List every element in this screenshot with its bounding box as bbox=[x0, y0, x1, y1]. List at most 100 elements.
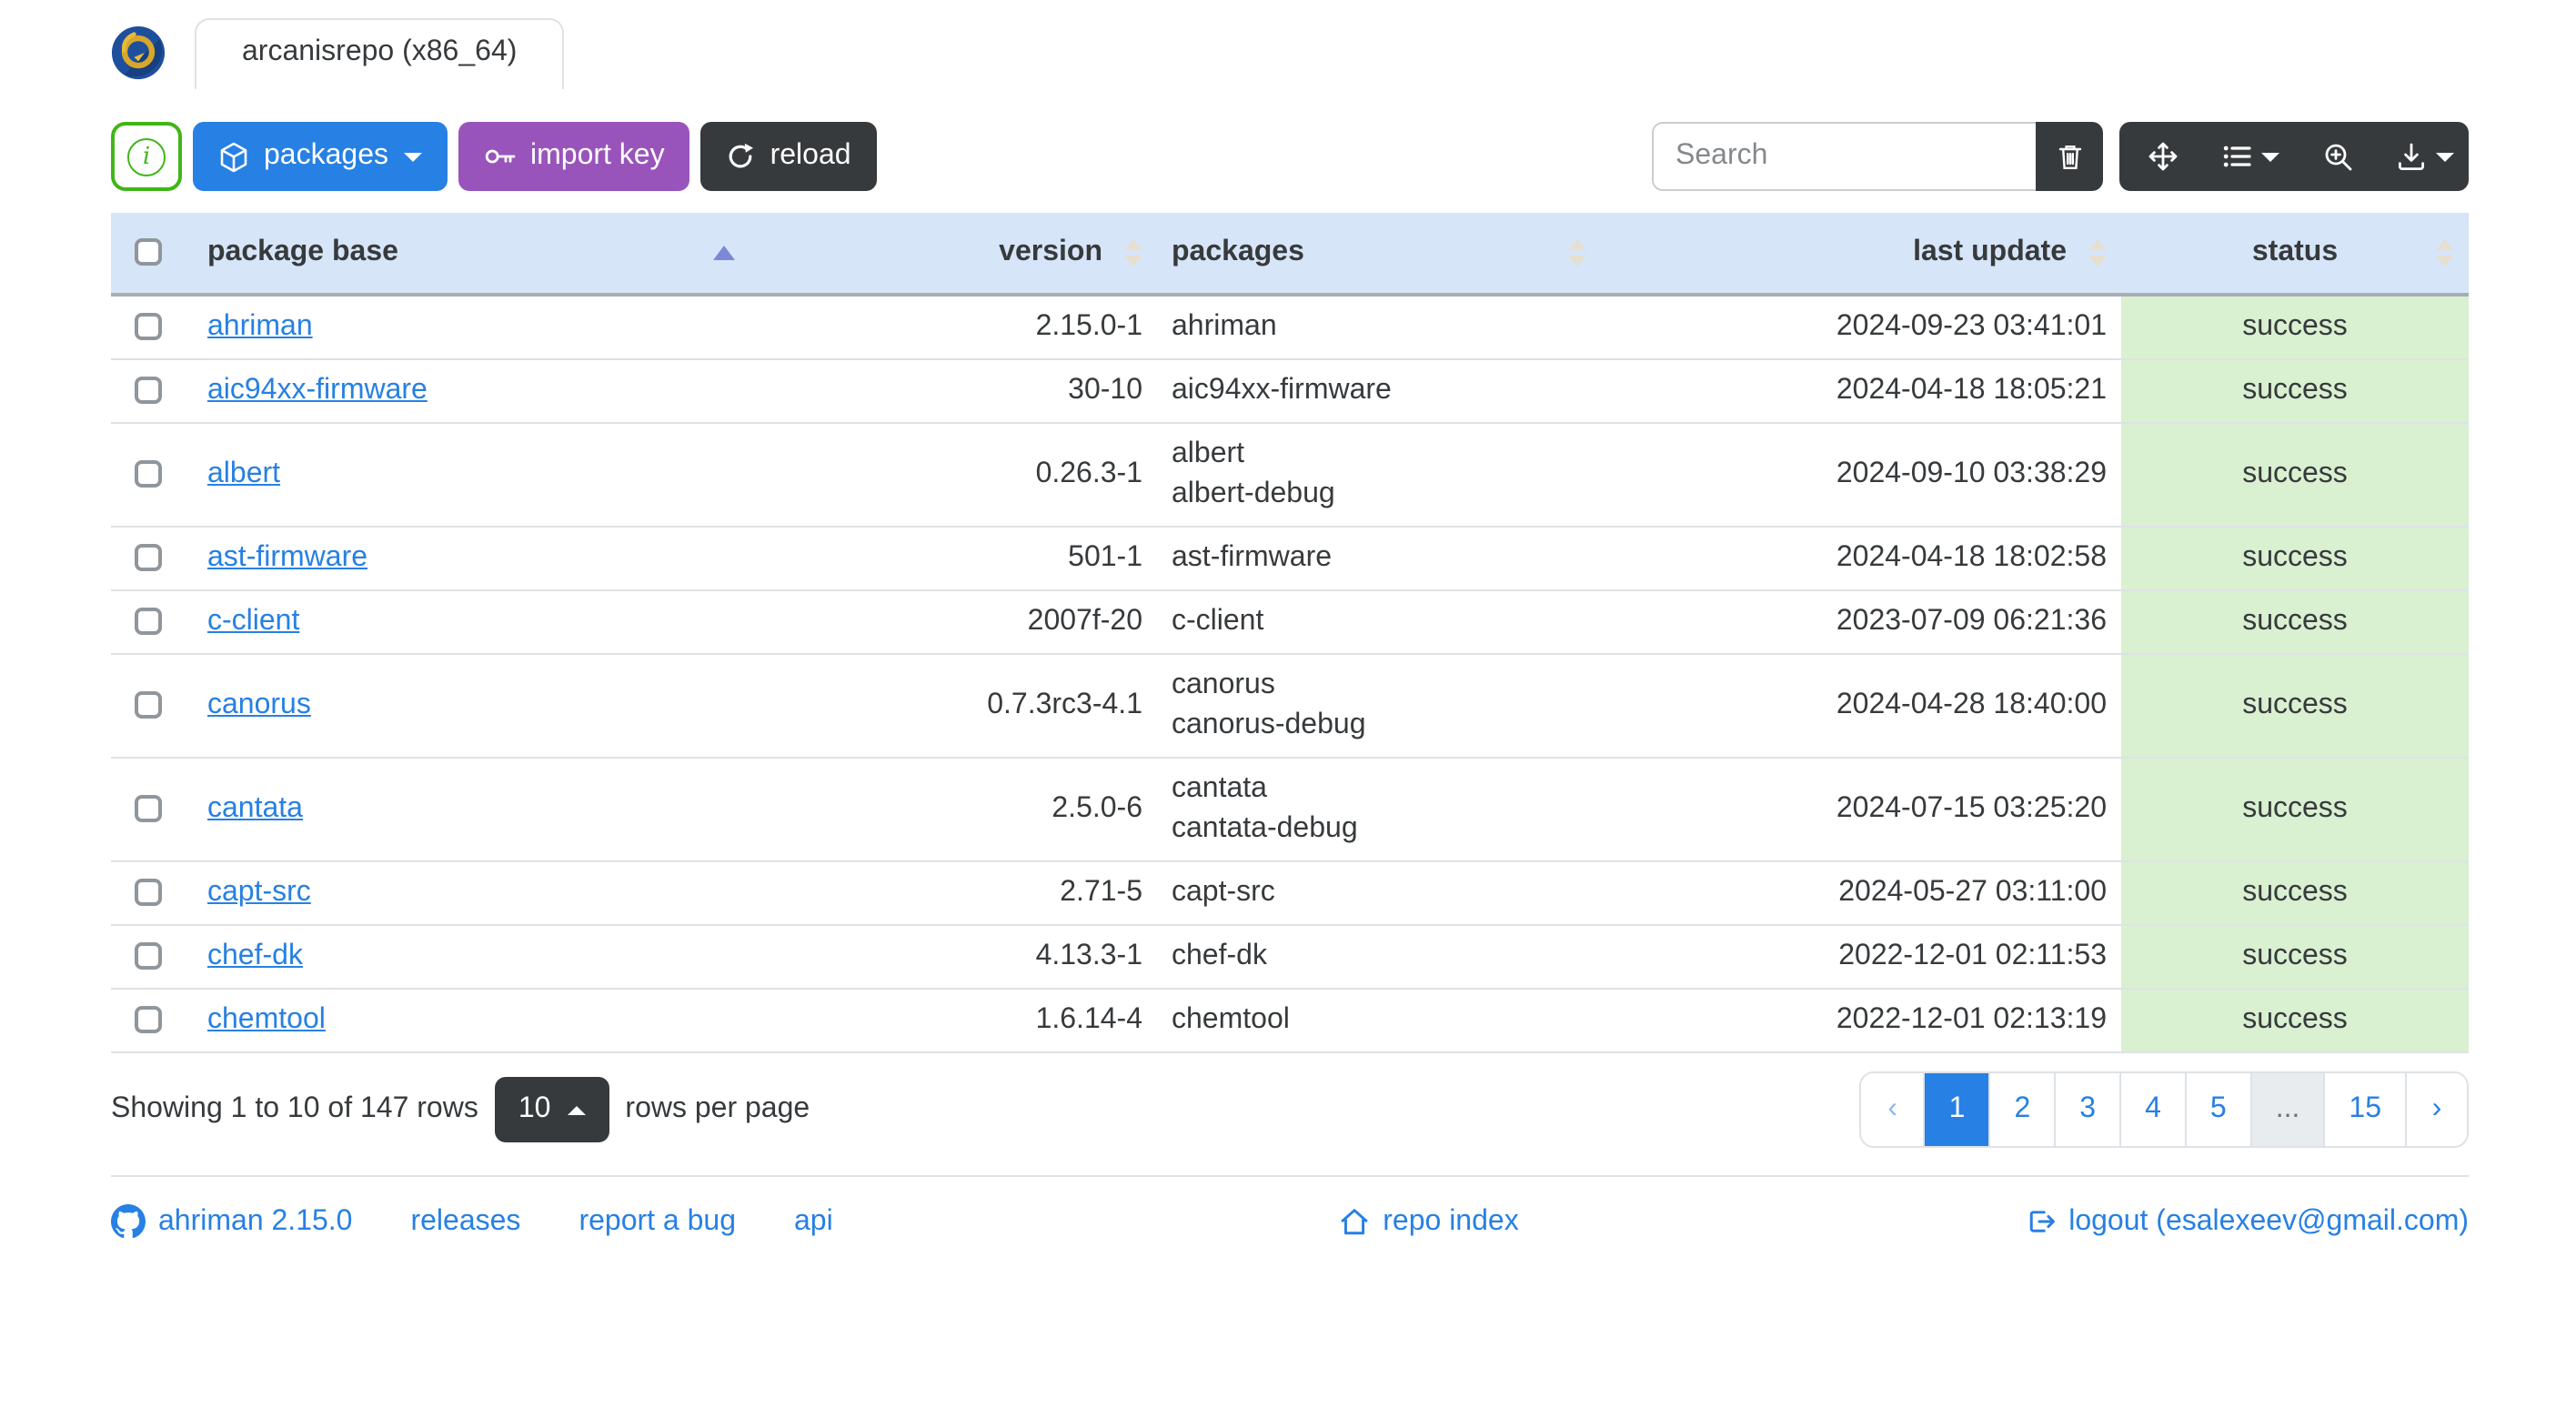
package-base-link[interactable]: chef-dk bbox=[207, 940, 303, 971]
tab-title: arcanisrepo (x86_64) bbox=[242, 35, 518, 66]
row-checkbox[interactable] bbox=[135, 608, 162, 636]
page-button-5[interactable]: 5 bbox=[2184, 1073, 2250, 1146]
key-icon bbox=[484, 149, 515, 164]
export-dropdown-button[interactable] bbox=[2381, 122, 2469, 191]
tab-repository[interactable]: arcanisrepo (x86_64) bbox=[195, 17, 565, 88]
row-checkbox[interactable] bbox=[135, 460, 162, 488]
package-base-link[interactable]: capt-src bbox=[207, 877, 311, 908]
package-version: 2.5.0-6 bbox=[750, 758, 1157, 862]
search-group bbox=[1652, 122, 2103, 191]
report-bug-link[interactable]: report a bug bbox=[579, 1205, 736, 1238]
package-list: albert albert-debug bbox=[1157, 423, 1601, 528]
caret-down-icon bbox=[2261, 152, 2279, 161]
page-prev-button[interactable]: ‹ bbox=[1861, 1073, 1924, 1146]
toolbar-right bbox=[1652, 122, 2469, 191]
table-footer: Showing 1 to 10 of 147 rows 10 rows per … bbox=[111, 1071, 2469, 1148]
package-last-update: 2024-05-27 03:11:00 bbox=[1601, 861, 2121, 926]
package-version: 0.7.3rc3-4.1 bbox=[750, 654, 1157, 759]
row-checkbox[interactable] bbox=[135, 691, 162, 719]
caret-down-icon bbox=[403, 152, 421, 161]
table-row: c-client 2007f-20 c-client 2023-07-09 06… bbox=[111, 590, 2469, 655]
package-list: c-client bbox=[1157, 590, 1601, 655]
arrows-move-icon bbox=[2148, 142, 2178, 171]
logout-link[interactable]: logout (esalexeev@gmail.com) bbox=[2025, 1205, 2469, 1238]
row-checkbox[interactable] bbox=[135, 879, 162, 907]
app: arcanisrepo (x86_64) i packages import k… bbox=[0, 0, 2576, 1428]
search-input[interactable] bbox=[1652, 122, 2036, 191]
table-row: chef-dk 4.13.3-1 chef-dk 2022-12-01 02:1… bbox=[111, 925, 2469, 990]
table-tools-group bbox=[2119, 122, 2469, 191]
info-button[interactable]: i bbox=[111, 122, 182, 191]
package-last-update: 2024-04-28 18:40:00 bbox=[1601, 654, 2121, 759]
package-status-badge: success bbox=[2121, 295, 2469, 360]
select-all-checkbox[interactable] bbox=[135, 238, 162, 266]
page-next-button[interactable]: › bbox=[2405, 1073, 2467, 1146]
page-button-4[interactable]: 4 bbox=[2119, 1073, 2185, 1146]
version-link[interactable]: ahriman 2.15.0 bbox=[111, 1204, 352, 1239]
sort-both-icon bbox=[2088, 239, 2107, 266]
page-size-value: 10 bbox=[518, 1093, 551, 1124]
column-label: status bbox=[2251, 236, 2339, 267]
row-checkbox[interactable] bbox=[135, 313, 162, 341]
package-version: 2007f-20 bbox=[750, 590, 1157, 655]
package-base-link[interactable]: c-client bbox=[207, 606, 299, 637]
table-row: chemtool 1.6.14-4 chemtool 2022-12-01 02… bbox=[111, 989, 2469, 1053]
package-base-link[interactable]: cantata bbox=[207, 793, 303, 824]
package-version: 2.71-5 bbox=[750, 861, 1157, 926]
packages-dropdown-button[interactable]: packages bbox=[193, 122, 447, 191]
column-header-status[interactable]: status bbox=[2121, 213, 2469, 297]
import-key-button[interactable]: import key bbox=[458, 122, 690, 191]
package-status-badge: success bbox=[2121, 758, 2469, 862]
releases-link[interactable]: releases bbox=[410, 1205, 520, 1238]
package-status-badge: success bbox=[2121, 423, 2469, 528]
page-size-dropdown[interactable]: 10 bbox=[494, 1077, 609, 1142]
zoom-in-button[interactable] bbox=[2294, 122, 2381, 191]
box-icon bbox=[220, 141, 247, 172]
select-all-header[interactable] bbox=[111, 213, 193, 297]
package-base-link[interactable]: ahriman bbox=[207, 311, 313, 342]
house-icon bbox=[1341, 1209, 1369, 1235]
list-icon bbox=[2223, 146, 2251, 167]
table-row: albert 0.26.3-1 albert albert-debug 2024-… bbox=[111, 423, 2469, 528]
api-link[interactable]: api bbox=[794, 1205, 833, 1238]
package-table-body: ahriman 2.15.0-1 ahriman 2024-09-23 03:4… bbox=[111, 295, 2469, 1053]
package-list: aic94xx-firmware bbox=[1157, 359, 1601, 424]
page-button-2[interactable]: 2 bbox=[1988, 1073, 2055, 1146]
reload-button[interactable]: reload bbox=[700, 122, 877, 191]
fullscreen-button[interactable] bbox=[2119, 122, 2207, 191]
package-base-link[interactable]: chemtool bbox=[207, 1004, 326, 1035]
clear-search-button[interactable] bbox=[2036, 122, 2103, 191]
column-header-package-base[interactable]: package base bbox=[193, 213, 750, 297]
columns-dropdown-button[interactable] bbox=[2207, 122, 2294, 191]
package-list: cantata cantata-debug bbox=[1157, 758, 1601, 862]
row-checkbox[interactable] bbox=[135, 942, 162, 970]
package-last-update: 2024-04-18 18:05:21 bbox=[1601, 359, 2121, 424]
trash-icon bbox=[2058, 145, 2081, 168]
row-checkbox[interactable] bbox=[135, 377, 162, 405]
page-ellipsis-button[interactable]: ... bbox=[2249, 1073, 2324, 1146]
column-label: version bbox=[999, 236, 1102, 267]
page-button-15[interactable]: 15 bbox=[2323, 1073, 2405, 1146]
package-last-update: 2023-07-09 06:21:36 bbox=[1601, 590, 2121, 655]
package-base-link[interactable]: canorus bbox=[207, 689, 311, 720]
page-button-3[interactable]: 3 bbox=[2054, 1073, 2120, 1146]
caret-down-icon bbox=[2436, 152, 2454, 161]
column-header-version[interactable]: version bbox=[750, 213, 1157, 297]
page-button-1[interactable]: 1 bbox=[1923, 1073, 1989, 1146]
row-checkbox[interactable] bbox=[135, 795, 162, 823]
package-base-link[interactable]: albert bbox=[207, 458, 280, 489]
package-version: 0.26.3-1 bbox=[750, 423, 1157, 528]
column-header-last-update[interactable]: last update bbox=[1601, 213, 2121, 297]
package-base-link[interactable]: ast-firmware bbox=[207, 542, 367, 573]
column-header-packages[interactable]: packages bbox=[1157, 213, 1601, 297]
package-version: 4.13.3-1 bbox=[750, 925, 1157, 990]
row-checkbox[interactable] bbox=[135, 544, 162, 572]
repo-index-link[interactable]: repo index bbox=[1339, 1205, 1519, 1238]
row-checkbox[interactable] bbox=[135, 1006, 162, 1034]
import-key-button-label: import key bbox=[530, 140, 665, 171]
reload-button-label: reload bbox=[770, 140, 851, 171]
logout-icon bbox=[2029, 1211, 2056, 1232]
sort-asc-icon bbox=[713, 246, 735, 260]
package-base-link[interactable]: aic94xx-firmware bbox=[207, 375, 428, 406]
pagination: ‹ 1 2 3 4 5... 15 › bbox=[1859, 1071, 2469, 1148]
